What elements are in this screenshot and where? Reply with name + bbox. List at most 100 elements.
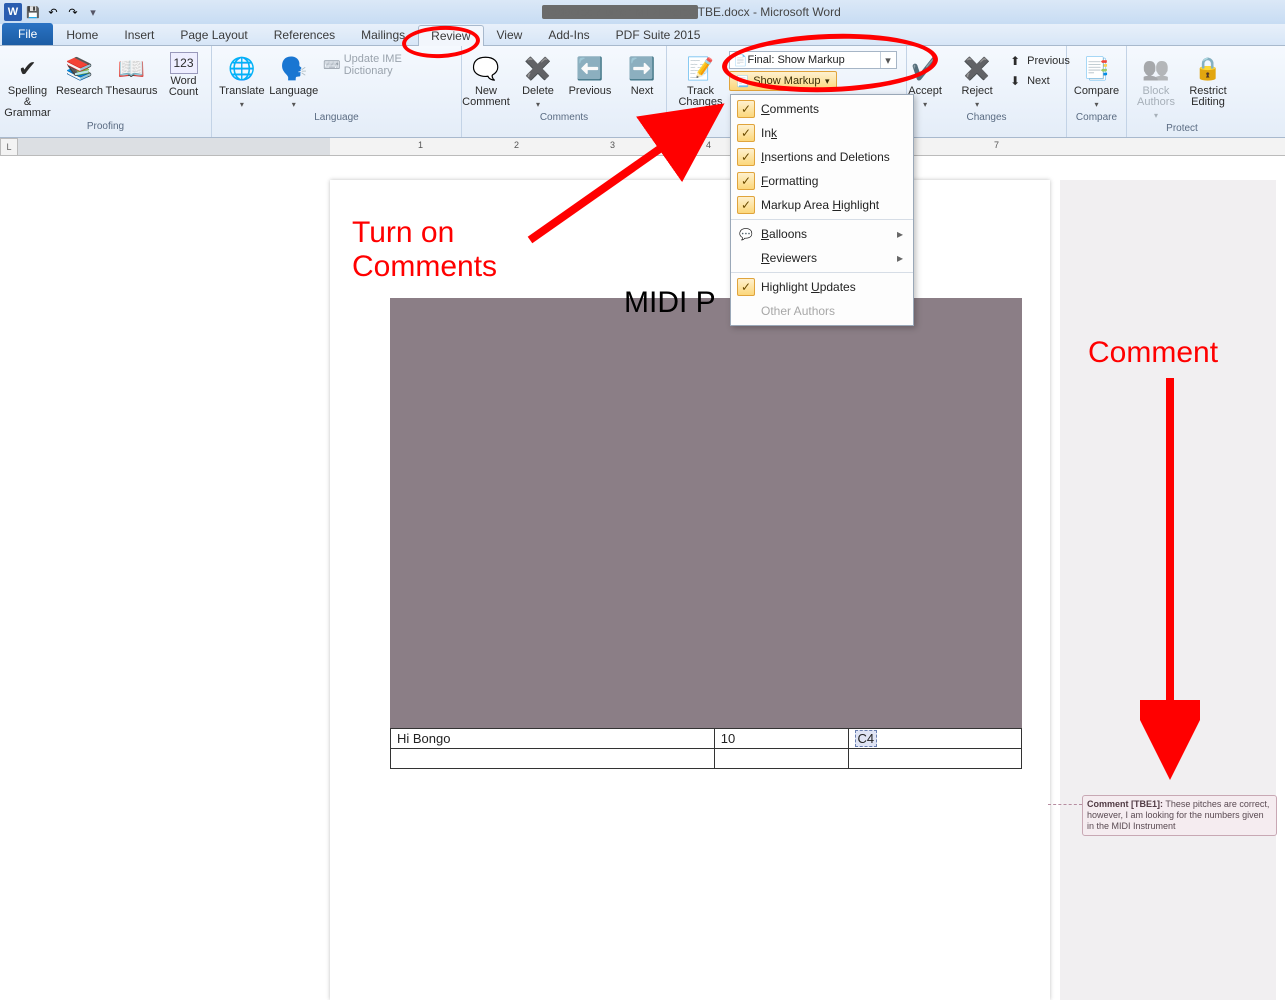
commented-text[interactable]: C4 [855, 730, 878, 747]
translate-button[interactable]: 🌐Translate▾ [218, 48, 266, 110]
next-comment-icon: ➡️ [626, 52, 658, 84]
redacted-block [390, 298, 1022, 728]
word-count-button[interactable]: 123Word Count [160, 48, 208, 98]
language-button[interactable]: 🗣️Language▾ [270, 48, 318, 110]
group-compare: 📑Compare▾ Compare [1067, 46, 1127, 137]
research-icon: 📚 [64, 52, 96, 84]
group-comments: 🗨️New Comment ✖️Delete▾ ⬅️Previous ➡️Nex… [462, 46, 667, 137]
group-proofing: ✔︎Spelling & Grammar 📚Research 📖Thesauru… [0, 46, 212, 137]
reject-button[interactable]: ✖️Reject▾ [953, 48, 1001, 110]
previous-comment-button[interactable]: ⬅️Previous [566, 48, 614, 97]
check-icon: ✓ [737, 278, 755, 296]
check-icon: ✓ [737, 124, 755, 142]
menu-other-authors: Other Authors [731, 299, 913, 323]
word-icon: W [4, 3, 22, 21]
table-row: Hi Bongo 10 C4 [391, 729, 1022, 749]
delete-comment-icon: ✖️ [522, 52, 554, 84]
qat-save-button[interactable]: 💾 [24, 3, 42, 21]
tab-view[interactable]: View [484, 24, 536, 45]
table-cell[interactable]: C4 [848, 729, 1022, 749]
check-icon: ✓ [737, 172, 755, 190]
quick-access-toolbar: W 💾 ↶ ↷ ▾ [4, 3, 102, 21]
block-authors-icon: 👥 [1140, 52, 1172, 84]
submenu-arrow-icon: ▸ [897, 227, 903, 241]
restrict-editing-icon: 🔒 [1192, 52, 1224, 84]
ruler-corner[interactable]: L [0, 138, 18, 156]
menu-formatting[interactable]: ✓Formatting [731, 169, 913, 193]
table-cell[interactable] [714, 749, 848, 769]
markup-area [1060, 180, 1276, 1000]
table-cell[interactable]: 10 [714, 729, 848, 749]
menu-markup-area-highlight[interactable]: ✓Markup Area Highlight [731, 193, 913, 217]
spelling-grammar-button[interactable]: ✔︎Spelling & Grammar [4, 48, 52, 119]
check-icon: ✓ [737, 196, 755, 214]
qat-undo-button[interactable]: ↶ [44, 3, 62, 21]
group-label: Language [218, 110, 455, 124]
window-title: Redacted Author MIDIProjectTBE.docx - Mi… [102, 5, 1281, 19]
comment-balloon[interactable]: Comment [TBE1]: These pitches are correc… [1082, 795, 1277, 836]
language-icon: 🗣️ [278, 52, 310, 84]
menu-insertions-deletions[interactable]: ✓Insertions and Deletions [731, 145, 913, 169]
menu-balloons[interactable]: 💬Balloons▸ [731, 219, 913, 246]
tab-home[interactable]: Home [53, 24, 111, 45]
title-bar: W 💾 ↶ ↷ ▾ Redacted Author MIDIProjectTBE… [0, 0, 1285, 24]
tab-references[interactable]: References [261, 24, 348, 45]
submenu-arrow-icon: ▸ [897, 251, 903, 265]
tab-pdf-suite[interactable]: PDF Suite 2015 [603, 24, 714, 45]
reject-icon: ✖️ [961, 52, 993, 84]
new-comment-icon: 🗨️ [470, 52, 502, 84]
qat-customize-dropdown[interactable]: ▾ [84, 3, 102, 21]
tab-add-ins[interactable]: Add-Ins [535, 24, 602, 45]
prev-change-icon: ⬆︎ [1007, 53, 1023, 69]
group-label: Compare [1073, 110, 1120, 124]
group-label: Protect [1133, 121, 1231, 135]
comment-connector [1048, 804, 1082, 805]
previous-change-button[interactable]: ⬆︎Previous [1005, 52, 1072, 70]
research-button[interactable]: 📚Research [56, 48, 104, 97]
track-changes-button[interactable]: 📝Track Changes▾ [677, 48, 725, 121]
new-comment-button[interactable]: 🗨️New Comment [462, 48, 510, 108]
group-language: 🌐Translate▾ 🗣️Language▾ ⌨︎Update IME Dic… [212, 46, 462, 137]
table-cell[interactable]: Hi Bongo [391, 729, 715, 749]
translate-icon: 🌐 [226, 52, 258, 84]
table-cell[interactable] [848, 749, 1022, 769]
ribbon-tabs: File Home Insert Page Layout References … [0, 24, 1285, 46]
menu-reviewers[interactable]: Reviewers▸ [731, 246, 913, 270]
next-change-button[interactable]: ⬇︎Next [1005, 72, 1072, 90]
check-icon: ✓ [737, 148, 755, 166]
tab-insert[interactable]: Insert [111, 24, 167, 45]
qat-redo-button[interactable]: ↷ [64, 3, 82, 21]
restrict-editing-button[interactable]: 🔒Restrict Editing [1184, 48, 1232, 108]
next-change-icon: ⬇︎ [1007, 73, 1023, 89]
workspace: L 1 2 3 4 5 6 7 MIDI P Hi Bongo 10 C4 [0, 138, 1285, 836]
group-protect: 👥Block Authors▾ 🔒Restrict Editing Protec… [1127, 46, 1237, 137]
group-label: Proofing [6, 119, 205, 133]
check-icon: ✓ [737, 100, 755, 118]
menu-highlight-updates[interactable]: ✓Highlight Updates [731, 272, 913, 299]
menu-comments[interactable]: ✓Comments [731, 97, 913, 121]
document-table: Hi Bongo 10 C4 [390, 728, 1022, 769]
page: MIDI P Hi Bongo 10 C4 [330, 180, 1050, 1000]
balloons-icon: 💬 [737, 225, 755, 243]
track-changes-icon: 📝 [685, 52, 717, 84]
block-authors-button: 👥Block Authors▾ [1132, 48, 1180, 121]
wordcount-icon: 123 [170, 52, 198, 74]
thesaurus-button[interactable]: 📖Thesaurus [108, 48, 156, 97]
delete-comment-button[interactable]: ✖️Delete▾ [514, 48, 562, 110]
file-tab[interactable]: File [2, 23, 53, 45]
prev-comment-icon: ⬅️ [574, 52, 606, 84]
group-label: Changes [913, 110, 1060, 124]
table-cell[interactable] [391, 749, 715, 769]
group-label: Comments [468, 110, 660, 124]
comment-label: Comment [TBE1]: [1087, 799, 1163, 809]
thesaurus-icon: 📖 [116, 52, 148, 84]
document-canvas[interactable]: MIDI P Hi Bongo 10 C4 [0, 156, 1285, 836]
next-comment-button[interactable]: ➡️Next [618, 48, 666, 97]
menu-ink[interactable]: ✓Ink [731, 121, 913, 145]
horizontal-ruler[interactable]: 1 2 3 4 5 6 7 [18, 138, 1285, 156]
spellcheck-icon: ✔︎ [12, 52, 44, 84]
compare-icon: 📑 [1081, 52, 1113, 84]
ribbon: ✔︎Spelling & Grammar 📚Research 📖Thesauru… [0, 46, 1285, 138]
tab-page-layout[interactable]: Page Layout [167, 24, 260, 45]
compare-button[interactable]: 📑Compare▾ [1073, 48, 1121, 110]
